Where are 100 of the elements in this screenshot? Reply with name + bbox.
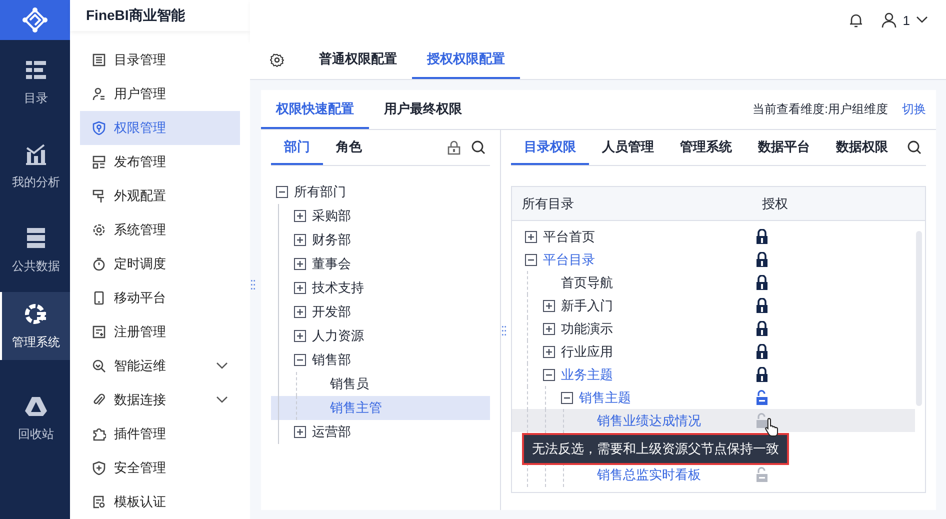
shield-icon bbox=[92, 461, 106, 475]
search-icon[interactable] bbox=[907, 140, 922, 155]
certificate-icon bbox=[92, 495, 106, 509]
lock-icon[interactable] bbox=[755, 321, 769, 336]
collapse-icon[interactable] bbox=[543, 368, 555, 380]
tab[interactable]: 目录权限 bbox=[511, 130, 589, 165]
tree-item[interactable]: 功能演示 bbox=[512, 317, 915, 340]
app-title: FineBI商业智能 bbox=[70, 0, 250, 31]
tab[interactable]: 用户最终权限 bbox=[369, 90, 477, 129]
nav-item[interactable]: 用户管理 bbox=[80, 77, 240, 111]
nav-item[interactable]: 目录管理 bbox=[80, 43, 240, 77]
bell-icon[interactable] bbox=[848, 12, 863, 28]
tree-item[interactable]: 销售主管 bbox=[271, 396, 490, 420]
nav-item[interactable]: 移动平台 bbox=[80, 281, 240, 315]
gear-icon bbox=[24, 302, 48, 326]
expand-icon[interactable] bbox=[294, 234, 306, 246]
collapse-icon[interactable] bbox=[561, 392, 573, 404]
rail-tab[interactable]: 管理系统 bbox=[0, 292, 70, 360]
tree-item[interactable]: 财务部 bbox=[271, 228, 490, 252]
hand-cursor-icon bbox=[764, 417, 780, 437]
logo-icon bbox=[22, 7, 48, 33]
paperclip-icon bbox=[92, 393, 106, 407]
lock-icon[interactable] bbox=[755, 252, 769, 267]
tab[interactable]: 管理系统 bbox=[667, 130, 745, 165]
tree-item[interactable]: 开发部 bbox=[271, 300, 490, 324]
expand-icon[interactable] bbox=[543, 300, 555, 312]
column-header: 授权 bbox=[762, 194, 788, 212]
expand-icon[interactable] bbox=[294, 330, 306, 342]
nav-item[interactable]: 插件管理 bbox=[80, 417, 240, 451]
user-icon[interactable] bbox=[880, 12, 897, 28]
nav-item[interactable]: 数据连接 bbox=[80, 383, 240, 417]
lock-icon[interactable] bbox=[755, 298, 769, 313]
nav-item[interactable]: 权限管理 bbox=[80, 111, 240, 145]
document-icon bbox=[92, 325, 106, 339]
nav-item[interactable]: 发布管理 bbox=[80, 145, 240, 179]
expand-icon[interactable] bbox=[294, 426, 306, 438]
search-icon[interactable] bbox=[471, 140, 486, 155]
tree-item[interactable]: 销售部 bbox=[271, 348, 490, 372]
tree-item[interactable]: 新手入门 bbox=[512, 294, 915, 317]
nav-item[interactable]: 定时调度 bbox=[80, 247, 240, 281]
expand-icon[interactable] bbox=[525, 230, 537, 242]
switch-link[interactable]: 切换 bbox=[902, 101, 926, 118]
collapse-icon[interactable] bbox=[276, 186, 288, 198]
tab[interactable]: 普通权限配置 bbox=[304, 40, 412, 79]
nav-item[interactable]: 注册管理 bbox=[80, 315, 240, 349]
collapse-icon[interactable] bbox=[525, 254, 537, 266]
rail-tab[interactable]: 公共数据 bbox=[0, 208, 70, 292]
settings-icon[interactable] bbox=[270, 52, 284, 66]
column-header: 所有目录 bbox=[522, 194, 575, 212]
puzzle-icon bbox=[92, 427, 106, 441]
grip-icon[interactable] bbox=[251, 280, 255, 290]
tab[interactable]: 人员管理 bbox=[589, 130, 667, 165]
tab[interactable]: 权限快速配置 bbox=[261, 90, 369, 129]
expand-icon[interactable] bbox=[294, 210, 306, 222]
tree-item[interactable]: 首页导航 bbox=[512, 271, 915, 294]
nav-item[interactable]: 外观配置 bbox=[80, 179, 240, 213]
tree-item[interactable]: 平台目录 bbox=[512, 248, 915, 271]
lock-icon[interactable] bbox=[755, 367, 769, 382]
expand-icon[interactable] bbox=[294, 282, 306, 294]
rail-tab[interactable]: 我的分析 bbox=[0, 124, 70, 208]
tree-item[interactable]: 运营部 bbox=[271, 420, 490, 444]
tree-item[interactable]: 行业应用 bbox=[512, 340, 915, 363]
nav-item[interactable]: 系统管理 bbox=[80, 213, 240, 247]
lock-icon[interactable] bbox=[755, 275, 769, 290]
shield-icon bbox=[92, 121, 106, 135]
rail-tab[interactable]: 回收站 bbox=[0, 376, 70, 460]
gear-icon bbox=[92, 223, 106, 237]
phone-icon bbox=[92, 291, 106, 305]
nav-item[interactable]: 安全管理 bbox=[80, 451, 240, 485]
user-name[interactable]: 1 bbox=[902, 12, 910, 28]
tab[interactable]: 数据权限 bbox=[823, 130, 901, 165]
expand-icon[interactable] bbox=[543, 346, 555, 358]
tree-item[interactable]: 技术支持 bbox=[271, 276, 490, 300]
tab[interactable]: 角色 bbox=[323, 130, 375, 165]
chevron-down-icon[interactable] bbox=[916, 16, 928, 24]
expand-icon[interactable] bbox=[294, 258, 306, 270]
nav-item[interactable]: 智能运维 bbox=[80, 349, 240, 383]
rail-tab[interactable]: 目录 bbox=[0, 40, 70, 124]
layout-icon bbox=[92, 155, 106, 169]
tooltip: 无法反选，需要和上级资源父节点保持一致 bbox=[522, 433, 789, 465]
tab[interactable]: 数据平台 bbox=[745, 130, 823, 165]
nav-item[interactable]: 模板认证 bbox=[80, 485, 240, 519]
list-icon bbox=[92, 53, 106, 67]
tree-item[interactable]: 人力资源 bbox=[271, 324, 490, 348]
lock-icon[interactable] bbox=[755, 229, 769, 244]
tree-item[interactable]: 业务主题 bbox=[512, 363, 915, 386]
user-icon bbox=[92, 87, 106, 101]
tab[interactable]: 部门 bbox=[271, 130, 323, 165]
stopwatch-icon bbox=[92, 257, 106, 271]
tree-item[interactable]: 采购部 bbox=[271, 204, 490, 228]
expand-icon[interactable] bbox=[294, 306, 306, 318]
paint-roller-icon bbox=[92, 189, 106, 203]
tree-item[interactable]: 所有部门 bbox=[271, 180, 490, 204]
expand-icon[interactable] bbox=[543, 322, 555, 334]
tree-item[interactable]: 平台首页 bbox=[512, 225, 915, 248]
grip-icon[interactable] bbox=[502, 326, 506, 336]
tab[interactable]: 授权权限配置 bbox=[412, 40, 520, 79]
tree-item[interactable]: 董事会 bbox=[271, 252, 490, 276]
lock-icon[interactable] bbox=[755, 344, 769, 359]
collapse-icon[interactable] bbox=[294, 354, 306, 366]
